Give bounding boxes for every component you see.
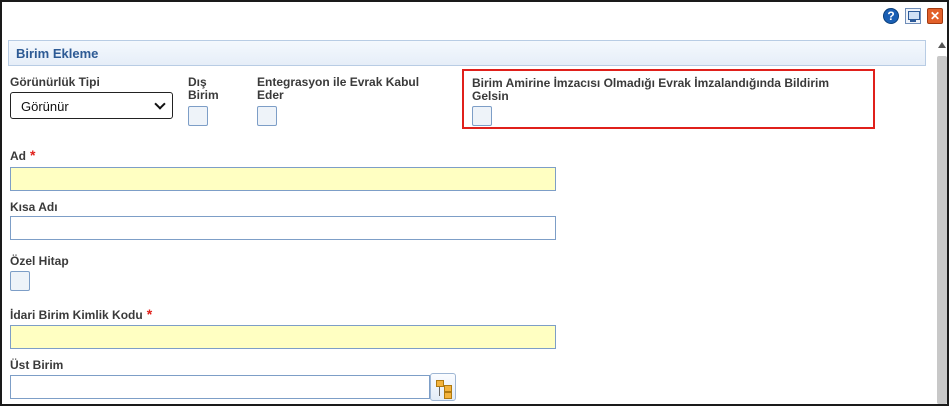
- visibility-type-label: Görünürlük Tipi: [10, 75, 100, 89]
- window-titlebar: ? ✕: [2, 2, 947, 30]
- short-name-input[interactable]: [10, 216, 556, 240]
- dialog-window: ? ✕ Birim Ekleme Görünürlük Tipi Görünür…: [0, 0, 949, 406]
- visibility-type-select[interactable]: Görünür: [10, 92, 173, 119]
- integration-label-2: Eder: [257, 88, 284, 102]
- integration-checkbox[interactable]: [257, 106, 277, 126]
- name-label-text: Ad: [10, 149, 26, 163]
- admin-unit-id-label-text: İdari Birim Kimlik Kodu: [10, 308, 143, 322]
- chevron-down-icon: [154, 98, 166, 110]
- help-icon[interactable]: ?: [883, 8, 899, 24]
- external-unit-checkbox[interactable]: [188, 106, 208, 126]
- short-name-label: Kısa Adı: [10, 200, 58, 214]
- notify-label-1: Birim Amirine İmzacısı Olmadığı Evrak İm…: [472, 76, 829, 90]
- close-icon[interactable]: ✕: [927, 8, 943, 24]
- parent-unit-label: Üst Birim: [10, 358, 64, 372]
- visibility-type-value: Görünür: [21, 99, 69, 114]
- admin-unit-id-input[interactable]: [10, 325, 556, 349]
- notify-label-2: Gelsin: [472, 89, 509, 103]
- monitor-icon[interactable]: [905, 8, 921, 24]
- special-address-label: Özel Hitap: [10, 254, 69, 268]
- panel-title: Birim Ekleme: [16, 46, 99, 61]
- parent-unit-input[interactable]: [10, 375, 430, 399]
- scroll-up-arrow[interactable]: [938, 42, 946, 48]
- name-input[interactable]: [10, 167, 556, 191]
- panel-header: Birim Ekleme: [8, 40, 926, 66]
- scrollbar-thumb[interactable]: [937, 56, 947, 404]
- notify-checkbox[interactable]: [472, 106, 492, 126]
- required-marker: *: [146, 306, 153, 322]
- tree-node-icon: [436, 380, 444, 387]
- name-label: Ad *: [10, 147, 36, 163]
- required-marker: *: [30, 147, 36, 163]
- unit-tree-picker-button[interactable]: [430, 373, 456, 401]
- tree-node-icon: [444, 385, 452, 392]
- tree-line: [439, 386, 440, 396]
- external-unit-label-2: Birim: [188, 88, 219, 102]
- tree-node-icon: [444, 392, 452, 399]
- special-address-checkbox[interactable]: [10, 271, 30, 291]
- admin-unit-id-label: İdari Birim Kimlik Kodu *: [10, 306, 153, 322]
